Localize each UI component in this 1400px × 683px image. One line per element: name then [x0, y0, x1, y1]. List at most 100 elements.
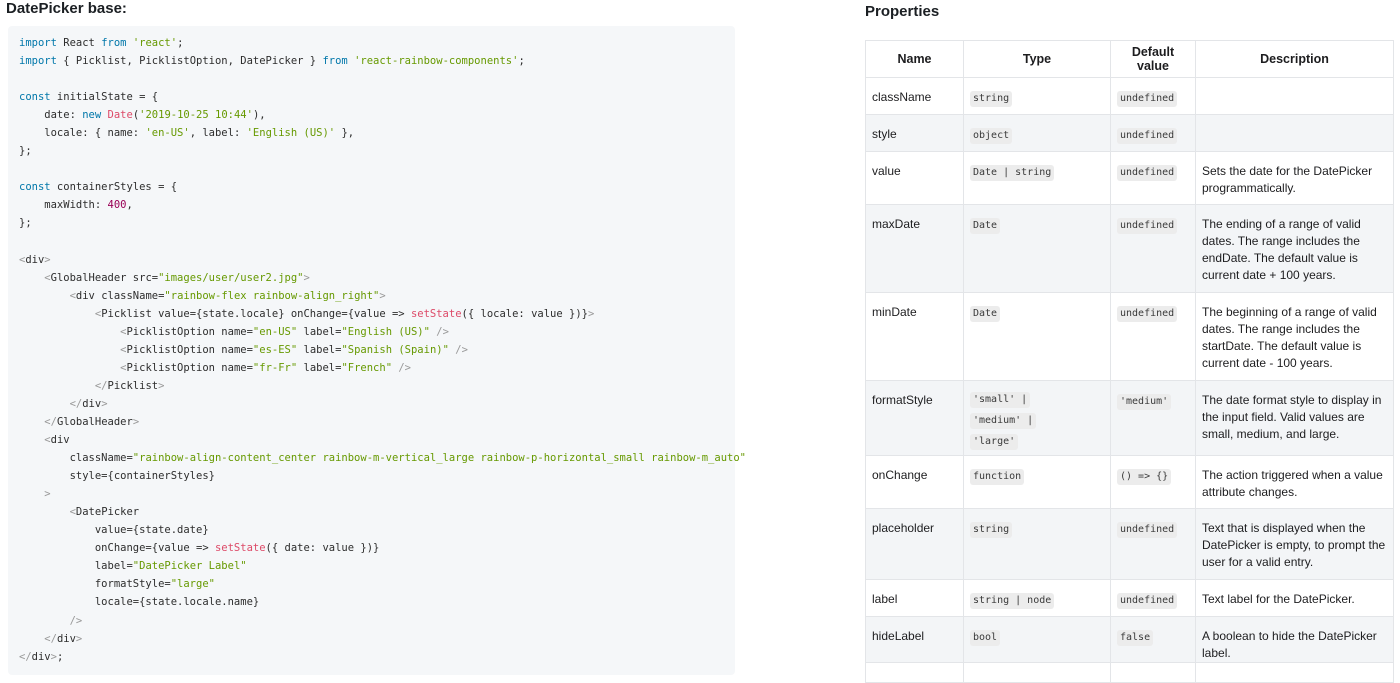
table-row: hideLabel bool false A boolean to hide the … [865, 616, 1394, 663]
default-code: undefined [1117, 522, 1178, 538]
code-token: Picklist value={state.locale} onChange={… [101, 307, 411, 320]
code-token: > [75, 632, 83, 645]
prop-type: Date [963, 292, 1111, 381]
prop-default: undefined [1110, 114, 1196, 152]
code-token: </ [94, 379, 108, 392]
code-line: </div>; [19, 648, 746, 666]
code-token: > [132, 415, 140, 428]
type-code: Date [970, 306, 1001, 322]
prop-description [1195, 77, 1394, 115]
code-token: Picklist [107, 379, 159, 392]
code-line: /> [19, 612, 746, 630]
code-token: date [19, 109, 70, 122]
default-code: 'medium' [1117, 394, 1172, 410]
code-line: <PicklistOption name="en-US" label="Engl… [19, 323, 746, 341]
default-code: undefined [1117, 128, 1178, 144]
code-token: : { name: [82, 127, 146, 140]
type-code: string | node [970, 593, 1055, 609]
prop-default: false [1110, 616, 1196, 663]
code-line: > [19, 485, 746, 503]
code-token: div [50, 434, 70, 447]
type-code: Date | string [970, 165, 1055, 181]
prop-name: style [865, 114, 964, 152]
prop-description: Sets the date for the DatePicker program… [1195, 151, 1394, 205]
code-token: }; [19, 145, 32, 158]
code-token: "images/user/user2.jpg" [158, 271, 304, 284]
code-token: > [303, 271, 310, 284]
prop-description: Text that is displayed when the DatePick… [1195, 508, 1394, 580]
code-token: "French" [341, 361, 393, 374]
default-code: undefined [1117, 306, 1178, 322]
code-token: { Picklist, PicklistOption, DatePicker } [56, 55, 323, 68]
column-header-type: Type [963, 40, 1111, 78]
code-token: /> [392, 361, 411, 374]
prop-name: className [865, 77, 964, 115]
code-token: div [25, 253, 45, 266]
code-token: : [94, 199, 108, 212]
prop-name: formatStyle [865, 380, 964, 456]
prop-name: minDate [865, 292, 964, 381]
prop-type: string [963, 77, 1111, 115]
prop-description: The action triggered when a value attrib… [1195, 455, 1394, 509]
code-line: formatStyle="large" [19, 575, 746, 593]
prop-default: undefined [1110, 204, 1196, 293]
code-line: }; [19, 214, 746, 232]
code-line: const containerStyles = { [19, 178, 746, 196]
code-token: 'react' [132, 37, 178, 49]
code-token: containerStyles = { [50, 181, 178, 194]
code-token: div className= [75, 289, 165, 302]
prop-type: string [963, 508, 1111, 580]
type-code: 'medium' | [970, 413, 1037, 429]
code-token: import [19, 37, 57, 49]
code-line: }; [19, 142, 746, 160]
prop-name: placeholder [865, 508, 964, 580]
code-token: ), [252, 109, 266, 122]
code-token: setState [214, 542, 266, 555]
code-token: }; [19, 217, 32, 230]
code-token: 'en-US' [145, 127, 190, 140]
code-token: : [69, 109, 83, 122]
code-line: date: new Date('2019-10-25 10:44'), [19, 106, 746, 124]
code-block[interactable]: import React from 'react'; import { Pickl… [8, 26, 746, 675]
column-header-description: Description [1195, 40, 1394, 78]
code-example-title: DatePicker base: [6, 0, 127, 17]
prop-type: string | node [963, 579, 1111, 617]
column-header-default: Default value [1110, 40, 1196, 78]
prop-type [963, 662, 1111, 683]
code-token: ({ locale: value })} [461, 307, 588, 320]
code-line: className="rainbow-align-content_center … [19, 449, 746, 467]
code-token: "English (US)" [341, 325, 430, 338]
code-token: from [322, 55, 348, 68]
prop-default: undefined [1110, 292, 1196, 381]
code-token: </ [19, 650, 32, 663]
code-token: initialState = { [50, 91, 159, 104]
code-line: <PicklistOption name="es-ES" label="Span… [19, 341, 746, 359]
code-token: value={state.date} [19, 524, 209, 537]
code-token: > [379, 289, 386, 302]
code-line: <div [19, 431, 746, 449]
code-token: setState [410, 307, 462, 320]
table-row: className string undefined [865, 77, 1394, 115]
type-code: function [970, 469, 1025, 485]
code-token: GlobalHeader src= [50, 271, 159, 284]
code-token: ; [177, 37, 184, 49]
code-token: Date [107, 109, 133, 122]
code-token: 'react-rainbow-components' [354, 55, 519, 68]
table-row [865, 662, 1394, 683]
code-line: <div> [19, 251, 746, 269]
code-token: "Spanish (Spain)" [341, 343, 449, 356]
code-token: "DatePicker Label" [132, 560, 247, 573]
code-token: /> [69, 614, 83, 627]
default-code: () => {} [1117, 469, 1172, 485]
code-token: import [19, 55, 57, 68]
code-line: maxWidth: 400, [19, 196, 746, 214]
code-line: style={containerStyles} [19, 467, 746, 485]
code-token: div [31, 650, 51, 663]
prop-default: undefined [1110, 151, 1196, 205]
